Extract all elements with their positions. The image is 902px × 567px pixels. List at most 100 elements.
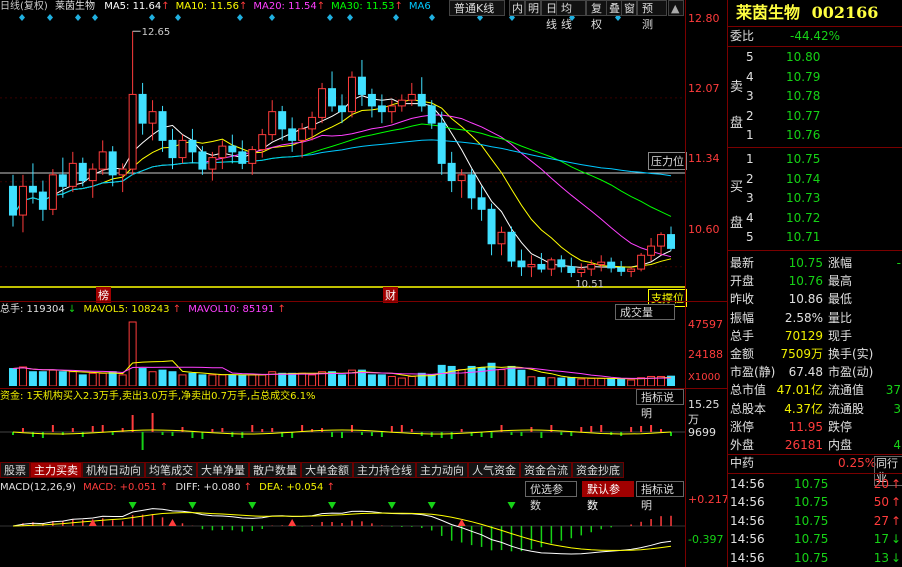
candle-body[interactable] xyxy=(248,149,257,164)
candle-body[interactable] xyxy=(347,76,356,113)
candle-body[interactable] xyxy=(288,128,297,141)
candle-body[interactable] xyxy=(238,151,247,164)
price-chart[interactable]: 12.65 10.51 xyxy=(0,10,686,300)
candle-body[interactable] xyxy=(587,263,596,270)
candle-body[interactable] xyxy=(338,105,346,113)
macd-info-button[interactable]: 指标说明 xyxy=(636,481,684,512)
indicator-tab[interactable]: 均笔成交 xyxy=(145,462,197,478)
candle-body[interactable] xyxy=(457,174,466,182)
kline-type-button[interactable]: 普通K线 xyxy=(449,0,505,16)
candle-body[interactable] xyxy=(527,263,536,268)
toolbar-btn-window[interactable]: 窗 xyxy=(621,0,637,16)
candle-body[interactable] xyxy=(8,185,17,216)
candle-body[interactable] xyxy=(427,105,436,124)
candle-body[interactable] xyxy=(467,174,476,199)
candle-body[interactable] xyxy=(278,111,287,130)
candle-body[interactable] xyxy=(308,116,317,130)
indicator-tab[interactable]: 散户数量 xyxy=(249,462,301,478)
candle-body[interactable] xyxy=(258,134,267,151)
optimal-params-button[interactable]: 优选参数 xyxy=(525,481,577,512)
candle-body[interactable] xyxy=(178,139,187,159)
candle-body[interactable] xyxy=(557,259,566,268)
candle-body[interactable] xyxy=(487,208,496,245)
order-book-row[interactable]: 3 10.73 xyxy=(728,189,902,208)
candle-body[interactable] xyxy=(298,128,307,141)
candle-body[interactable] xyxy=(188,139,197,153)
candle-body[interactable] xyxy=(387,105,396,113)
candle-body[interactable] xyxy=(128,93,137,170)
order-book-row[interactable]: 2 10.77 xyxy=(728,107,902,126)
candle-body[interactable] xyxy=(138,93,147,124)
order-book-row[interactable]: 5 10.80 xyxy=(728,48,902,67)
candle-body[interactable] xyxy=(28,185,37,193)
candle-body[interactable] xyxy=(357,76,366,95)
order-book-row[interactable]: 5 10.71 xyxy=(728,228,902,247)
toolbar-btn-detail[interactable]: 明 xyxy=(525,0,541,16)
candle-body[interactable] xyxy=(78,162,87,182)
candle-body[interactable] xyxy=(268,111,277,136)
candle-body[interactable] xyxy=(48,174,57,210)
candle-body[interactable] xyxy=(417,93,426,107)
sector-row[interactable]: 中药 0.25% 同行业 xyxy=(728,455,902,486)
order-book-row[interactable]: 4 10.72 xyxy=(728,209,902,228)
candle-body[interactable] xyxy=(617,267,626,272)
candle-body[interactable] xyxy=(397,99,406,107)
candle-body[interactable] xyxy=(547,259,556,270)
candle-body[interactable] xyxy=(68,162,77,187)
candle-body[interactable] xyxy=(38,191,47,210)
toolbar-btn-ma[interactable]: 均线 xyxy=(556,0,586,31)
macd-chart[interactable] xyxy=(0,496,686,567)
candle-body[interactable] xyxy=(58,174,67,187)
candle-body[interactable] xyxy=(208,157,217,170)
indicator-tab[interactable]: 资金抄底 xyxy=(572,462,624,478)
order-book-row[interactable]: 4 10.79 xyxy=(728,68,902,87)
candle-body[interactable] xyxy=(447,162,456,182)
indicator-tab[interactable]: 人气资金 xyxy=(468,462,520,478)
candle-body[interactable] xyxy=(98,151,107,170)
indicator-tab[interactable]: 机构日动向 xyxy=(82,462,145,478)
candle-body[interactable] xyxy=(607,261,616,269)
candle-body[interactable] xyxy=(657,234,666,247)
candle-body[interactable] xyxy=(637,254,646,270)
candle-body[interactable] xyxy=(18,185,27,216)
candle-body[interactable] xyxy=(328,88,337,107)
order-book-row[interactable]: 2 10.74 xyxy=(728,170,902,189)
default-params-button[interactable]: 默认参数 xyxy=(582,481,634,512)
candle-body[interactable] xyxy=(477,197,486,210)
candle-body[interactable] xyxy=(168,139,177,159)
candle-body[interactable] xyxy=(567,266,576,274)
candle-body[interactable] xyxy=(377,105,386,113)
candle-body[interactable] xyxy=(158,111,167,141)
candle-body[interactable] xyxy=(108,151,117,176)
candle-body[interactable] xyxy=(627,268,636,272)
candle-body[interactable] xyxy=(497,231,506,245)
fund-info-button[interactable]: 指标说明 xyxy=(636,389,684,420)
candle-body[interactable] xyxy=(318,88,327,118)
indicator-tab[interactable]: 大单净量 xyxy=(197,462,249,478)
candle-body[interactable] xyxy=(597,261,606,265)
toolbar-btn-overlay[interactable]: 叠 xyxy=(606,0,622,16)
candle-body[interactable] xyxy=(218,145,227,159)
order-book-row[interactable]: 1 10.76 xyxy=(728,126,902,145)
toolbar-btn-forecast[interactable]: 预测 xyxy=(637,0,667,31)
candle-body[interactable] xyxy=(407,93,416,101)
candle-body[interactable] xyxy=(118,168,127,176)
scroll-up-icon[interactable]: ▲ xyxy=(668,0,684,16)
indicator-tab[interactable]: 主力动向 xyxy=(416,462,468,478)
candle-body[interactable] xyxy=(198,151,207,170)
candle-body[interactable] xyxy=(148,111,157,124)
candle-body[interactable] xyxy=(647,245,656,256)
candle-body[interactable] xyxy=(517,260,526,268)
order-book-row[interactable]: 1 10.75 xyxy=(728,150,902,169)
indicator-tab[interactable]: 股票 xyxy=(0,462,30,478)
toolbar-btn-inner[interactable]: 内 xyxy=(509,0,525,16)
order-book-row[interactable]: 3 10.78 xyxy=(728,87,902,106)
indicator-tab[interactable]: 主力持仓线 xyxy=(353,462,416,478)
candle-body[interactable] xyxy=(88,168,97,182)
candle-body[interactable] xyxy=(437,122,446,164)
indicator-tab[interactable]: 资金合流 xyxy=(520,462,572,478)
candle-body[interactable] xyxy=(367,93,376,107)
indicator-tab[interactable]: 大单金额 xyxy=(301,462,353,478)
candle-body[interactable] xyxy=(577,268,586,274)
candle-body[interactable] xyxy=(537,263,546,270)
